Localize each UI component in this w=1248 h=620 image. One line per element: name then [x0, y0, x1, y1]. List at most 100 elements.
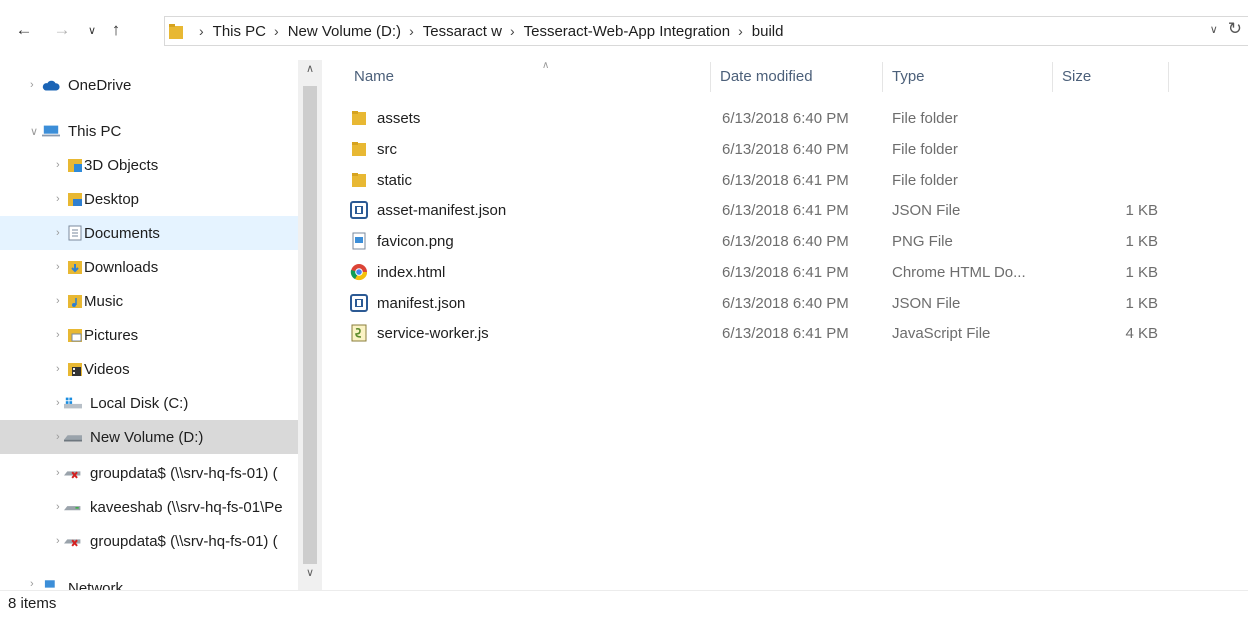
expand-chevron-icon[interactable]: › — [56, 159, 60, 171]
column-header-size[interactable]: Size — [1062, 60, 1091, 92]
file-list: Name ∧ Date modified Type Size assets 6/… — [336, 60, 1248, 590]
breadcrumb-separator-icon: › — [274, 23, 279, 39]
breadcrumb-separator-icon: › — [409, 23, 414, 39]
scrollbar-thumb[interactable] — [303, 86, 317, 564]
table-row[interactable]: favicon.png 6/13/2018 6:40 PM PNG File 1… — [350, 226, 1180, 256]
sidebar-item-label: Network — [68, 580, 124, 590]
status-bar: 8 items — [0, 590, 1248, 620]
table-row[interactable]: static 6/13/2018 6:41 PM File folder — [350, 165, 1180, 195]
expand-chevron-icon[interactable]: › — [30, 79, 34, 91]
sidebar-item-3d-objects[interactable]: › 3D Objects — [0, 148, 298, 182]
expand-chevron-icon[interactable]: › — [56, 501, 60, 513]
scroll-up-arrow-icon[interactable]: ∧ — [303, 62, 317, 75]
pictures-folder-icon — [66, 327, 84, 343]
type-cell: JavaScript File — [892, 324, 991, 342]
desktop-folder-icon — [66, 191, 84, 207]
type-cell: File folder — [892, 109, 958, 127]
expand-chevron-icon[interactable]: › — [56, 329, 60, 341]
breadcrumb-item-integration[interactable]: Tesseract-Web-App Integration — [524, 23, 731, 40]
folder-icon — [169, 23, 183, 39]
file-name-cell[interactable]: manifest.json — [350, 288, 465, 318]
expand-chevron-icon[interactable]: › — [56, 363, 60, 375]
documents-folder-icon — [66, 225, 84, 241]
windows-drive-icon — [64, 395, 82, 411]
address-dropdown-chevron-icon[interactable]: ∨ — [1210, 23, 1218, 36]
file-name-cell[interactable]: src — [350, 134, 397, 164]
sidebar-item-videos[interactable]: › Videos — [0, 352, 298, 386]
date-modified-cell: 6/13/2018 6:40 PM — [722, 140, 849, 158]
column-divider[interactable] — [882, 62, 883, 92]
expand-chevron-icon[interactable]: › — [56, 193, 60, 205]
file-name-cell[interactable]: asset-manifest.json — [350, 195, 506, 225]
file-name-cell[interactable]: favicon.png — [350, 226, 454, 256]
sidebar-item-label: groupdata$ (\\srv-hq-fs-01) ( — [90, 532, 278, 550]
chrome-icon — [350, 263, 368, 281]
expand-chevron-icon[interactable]: › — [56, 397, 60, 409]
file-name-cell[interactable]: index.html — [350, 257, 445, 287]
expand-chevron-icon[interactable]: › — [30, 578, 34, 590]
file-name-cell[interactable]: assets — [350, 103, 420, 133]
size-cell — [1050, 134, 1158, 164]
folder-icon — [350, 109, 368, 127]
address-bar[interactable]: › This PC › New Volume (D:) › Tessaract … — [164, 16, 1248, 46]
table-row[interactable]: service-worker.js 6/13/2018 6:41 PM Java… — [350, 318, 1180, 348]
breadcrumb-item-this-pc[interactable]: This PC — [213, 23, 266, 40]
table-row[interactable]: src 6/13/2018 6:40 PM File folder — [350, 134, 1180, 164]
table-row[interactable]: index.html 6/13/2018 6:41 PM Chrome HTML… — [350, 257, 1180, 287]
column-divider[interactable] — [1052, 62, 1053, 92]
column-header-name[interactable]: Name — [354, 60, 394, 92]
column-header-type[interactable]: Type — [892, 60, 925, 92]
sidebar-scrollbar[interactable]: ∧ ∨ — [298, 60, 322, 590]
expand-chevron-icon[interactable]: › — [56, 467, 60, 479]
type-cell: File folder — [892, 171, 958, 189]
music-folder-icon — [66, 293, 84, 309]
sidebar-item-downloads[interactable]: › Downloads — [0, 250, 298, 284]
forward-arrow-icon[interactable]: → — [50, 18, 74, 42]
sidebar-item-label: kaveeshab (\\srv-hq-fs-01\Pe — [90, 498, 283, 516]
breadcrumb-item-build[interactable]: build — [752, 23, 784, 40]
column-divider[interactable] — [1168, 62, 1169, 92]
expand-chevron-icon[interactable]: › — [56, 295, 60, 307]
file-name: service-worker.js — [377, 324, 489, 342]
sidebar-item-desktop[interactable]: › Desktop — [0, 182, 298, 216]
expand-chevron-icon[interactable]: › — [56, 227, 60, 239]
sidebar-item-kaveeshab[interactable]: › kaveeshab (\\srv-hq-fs-01\Pe — [0, 490, 298, 524]
sidebar-item-new-volume-d[interactable]: › New Volume (D:) — [0, 420, 298, 454]
file-name-cell[interactable]: service-worker.js — [350, 318, 489, 348]
sidebar-item-label: Downloads — [84, 258, 159, 276]
breadcrumb-item-tessaract[interactable]: Tessaract w — [423, 23, 502, 40]
table-row[interactable]: manifest.json 6/13/2018 6:40 PM JSON Fil… — [350, 288, 1180, 318]
sidebar-item-label: Local Disk (C:) — [90, 394, 189, 412]
table-row[interactable]: asset-manifest.json 6/13/2018 6:41 PM JS… — [350, 195, 1180, 225]
computer-icon — [42, 123, 60, 139]
back-arrow-icon[interactable]: ← — [12, 18, 36, 42]
size-cell: 1 KB — [1125, 294, 1158, 312]
breadcrumb-item-new-volume[interactable]: New Volume (D:) — [288, 23, 401, 40]
file-name-cell[interactable]: static — [350, 165, 412, 195]
collapse-chevron-icon[interactable]: ∨ — [30, 125, 38, 138]
recent-locations-chevron-icon[interactable]: ∨ — [80, 18, 104, 42]
column-header-date-modified[interactable]: Date modified — [720, 60, 813, 92]
sidebar-item-pictures[interactable]: › Pictures — [0, 318, 298, 352]
videos-folder-icon — [66, 361, 84, 377]
date-modified-cell: 6/13/2018 6:40 PM — [722, 109, 849, 127]
file-name: asset-manifest.json — [377, 201, 507, 219]
up-arrow-icon[interactable]: ↑ — [104, 18, 128, 42]
sidebar-item-network[interactable]: › Network — [0, 572, 298, 590]
scroll-down-arrow-icon[interactable]: ∨ — [303, 566, 317, 579]
sidebar-item-onedrive[interactable]: › OneDrive — [0, 68, 298, 102]
refresh-icon[interactable]: ↻ — [1228, 19, 1242, 39]
item-count: 8 items — [8, 595, 57, 612]
sidebar-item-groupdata-2[interactable]: › groupdata$ (\\srv-hq-fs-01) ( — [0, 524, 298, 558]
json-file-icon — [350, 294, 368, 312]
expand-chevron-icon[interactable]: › — [56, 431, 60, 443]
sidebar-item-local-disk-c[interactable]: › Local Disk (C:) — [0, 386, 298, 420]
column-divider[interactable] — [710, 62, 711, 92]
sidebar-item-this-pc[interactable]: ∨ This PC — [0, 114, 298, 148]
expand-chevron-icon[interactable]: › — [56, 535, 60, 547]
sidebar-item-music[interactable]: › Music — [0, 284, 298, 318]
sidebar-item-documents[interactable]: › Documents — [0, 216, 298, 250]
expand-chevron-icon[interactable]: › — [56, 261, 60, 273]
table-row[interactable]: assets 6/13/2018 6:40 PM File folder — [350, 103, 1180, 133]
sidebar-item-groupdata-1[interactable]: › groupdata$ (\\srv-hq-fs-01) ( — [0, 456, 298, 490]
